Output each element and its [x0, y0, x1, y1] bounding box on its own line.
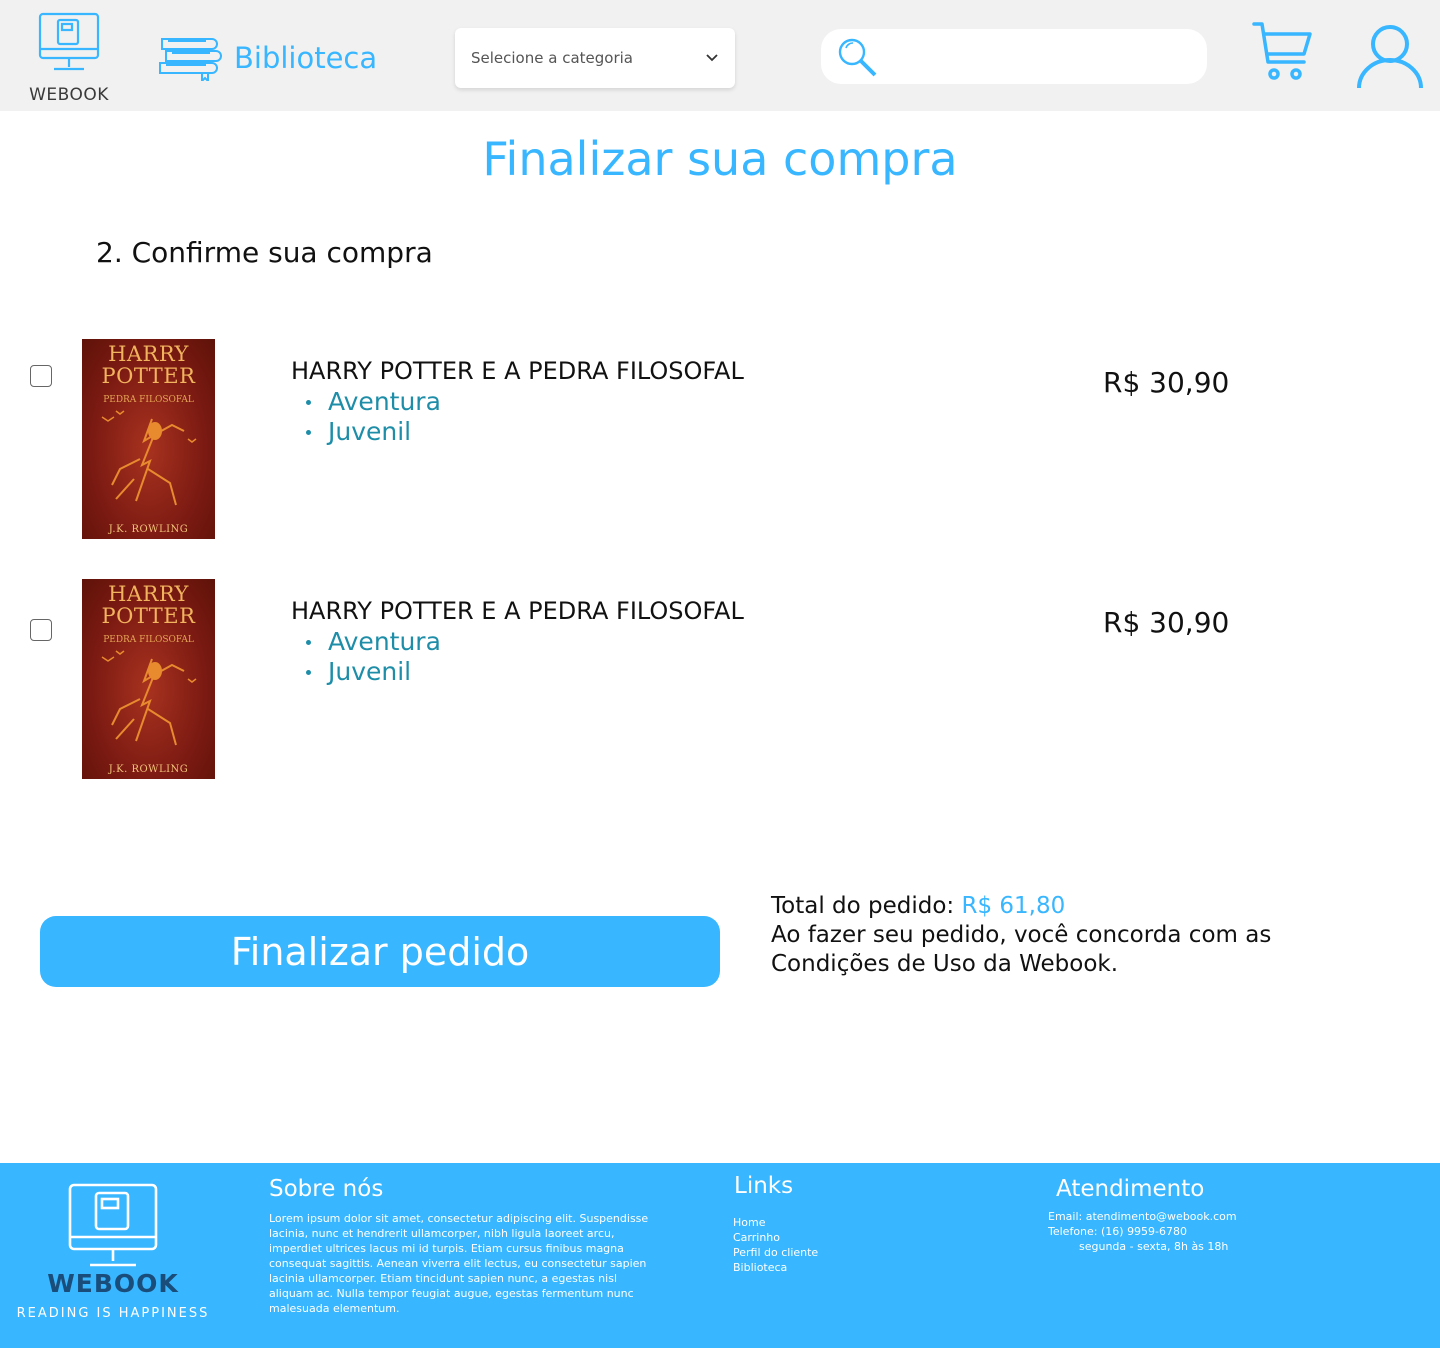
cart-item: HARRY POTTER PEDRA FILOSOFAL J.K. ROWLIN… — [0, 579, 1440, 779]
cart-icon[interactable] — [1252, 20, 1314, 82]
item-tags: Aventura Juvenil — [306, 627, 441, 687]
footer-link-home[interactable]: Home — [733, 1215, 818, 1230]
footer-link-library[interactable]: Biblioteca — [733, 1260, 818, 1275]
contact-title: Atendimento — [1056, 1176, 1205, 1202]
contact-hours: segunda - sexta, 8h às 18h — [1079, 1240, 1229, 1253]
item-tags: Aventura Juvenil — [306, 387, 441, 447]
book-cover[interactable]: HARRY POTTER PEDRA FILOSOFAL J.K. ROWLIN… — [82, 579, 215, 779]
user-icon[interactable] — [1356, 24, 1424, 90]
order-summary: Total do pedido: R$ 61,80 Ao fazer seu p… — [771, 892, 1271, 979]
library-link[interactable]: Biblioteca — [158, 34, 377, 82]
terms-line-2: Condições de Uso da Webook. — [771, 951, 1119, 977]
owl-lightning-illustration — [101, 650, 197, 746]
item-tag[interactable]: Juvenil — [306, 657, 441, 687]
cover-subtitle: PEDRA FILOSOFAL — [103, 395, 194, 405]
contact-phone: Telefone: (16) 9959-6780 — [1048, 1225, 1188, 1238]
cart-item: HARRY POTTER PEDRA FILOSOFAL J.K. ROWLIN… — [0, 339, 1440, 539]
footer: WEBOOK READING IS HAPPINESS Sobre nós Lo… — [0, 1163, 1440, 1348]
item-tag[interactable]: Juvenil — [306, 417, 441, 447]
page-title: Finalizar sua compra — [482, 132, 958, 186]
books-stack-icon — [159, 38, 222, 81]
category-select[interactable]: Selecione a categoria — [455, 28, 735, 88]
item-checkbox[interactable] — [30, 365, 52, 387]
item-checkbox[interactable] — [30, 619, 52, 641]
footer-links: Home Carrinho Perfil do cliente Bibliote… — [733, 1215, 818, 1275]
item-tag[interactable]: Aventura — [306, 627, 441, 657]
links-title: Links — [734, 1173, 794, 1199]
monitor-book-icon — [38, 12, 100, 71]
finalize-order-button[interactable]: Finalizar pedido — [40, 916, 720, 987]
cover-title-line-1: HARRY — [108, 342, 189, 366]
header: WEBOOK Biblioteca Selecione a categoria — [0, 0, 1440, 111]
item-tag-label: Juvenil — [328, 657, 412, 686]
terms-line-1: Ao fazer seu pedido, você concorda com a… — [771, 922, 1272, 948]
about-title: Sobre nós — [269, 1176, 384, 1202]
total-value: R$ 61,80 — [961, 893, 1066, 919]
cover-title-line-2: POTTER — [101, 604, 196, 628]
webook-logo[interactable]: WEBOOK — [26, 12, 114, 105]
about-text: Lorem ipsum dolor sit amet, consectetur … — [269, 1212, 649, 1315]
contact-email: Email: atendimento@webook.com — [1048, 1210, 1237, 1223]
library-label: Biblioteca — [234, 41, 378, 75]
item-price: R$ 30,90 — [1103, 366, 1230, 399]
book-cover[interactable]: HARRY POTTER PEDRA FILOSOFAL J.K. ROWLIN… — [82, 339, 215, 539]
footer-link-profile[interactable]: Perfil do cliente — [733, 1245, 818, 1260]
cover-title-line-1: HARRY — [108, 582, 189, 606]
item-tag-label: Aventura — [328, 387, 441, 416]
cover-author: J.K. ROWLING — [108, 764, 189, 775]
cover-subtitle: PEDRA FILOSOFAL — [103, 635, 194, 645]
category-select-label: Selecione a categoria — [471, 49, 633, 67]
footer-tagline: READING IS HAPPINESS — [16, 1306, 210, 1321]
order-total: Total do pedido: R$ 61,80 — [771, 892, 1271, 921]
item-tag-label: Aventura — [328, 627, 441, 656]
item-title[interactable]: HARRY POTTER E A PEDRA FILOSOFAL — [291, 357, 744, 385]
cover-author: J.K. ROWLING — [108, 524, 189, 535]
total-label: Total do pedido: — [771, 893, 955, 919]
monitor-book-icon — [68, 1183, 158, 1267]
search-input[interactable] — [891, 39, 1191, 74]
contact-info: Email: atendimento@webook.com Telefone: … — [1048, 1209, 1237, 1254]
search-bar — [821, 29, 1207, 84]
item-price: R$ 30,90 — [1103, 606, 1230, 639]
step-title: 2. Confirme sua compra — [96, 236, 433, 269]
item-title[interactable]: HARRY POTTER E A PEDRA FILOSOFAL — [291, 597, 744, 625]
item-tag-label: Juvenil — [328, 417, 412, 446]
cover-title-line-2: POTTER — [101, 364, 196, 388]
search-icon[interactable] — [835, 35, 879, 79]
footer-link-cart[interactable]: Carrinho — [733, 1230, 818, 1245]
owl-lightning-illustration — [101, 410, 197, 506]
footer-logo-text: WEBOOK — [47, 1269, 179, 1298]
chevron-down-icon — [706, 54, 718, 62]
item-tag[interactable]: Aventura — [306, 387, 441, 417]
logo-text: WEBOOK — [29, 85, 109, 105]
